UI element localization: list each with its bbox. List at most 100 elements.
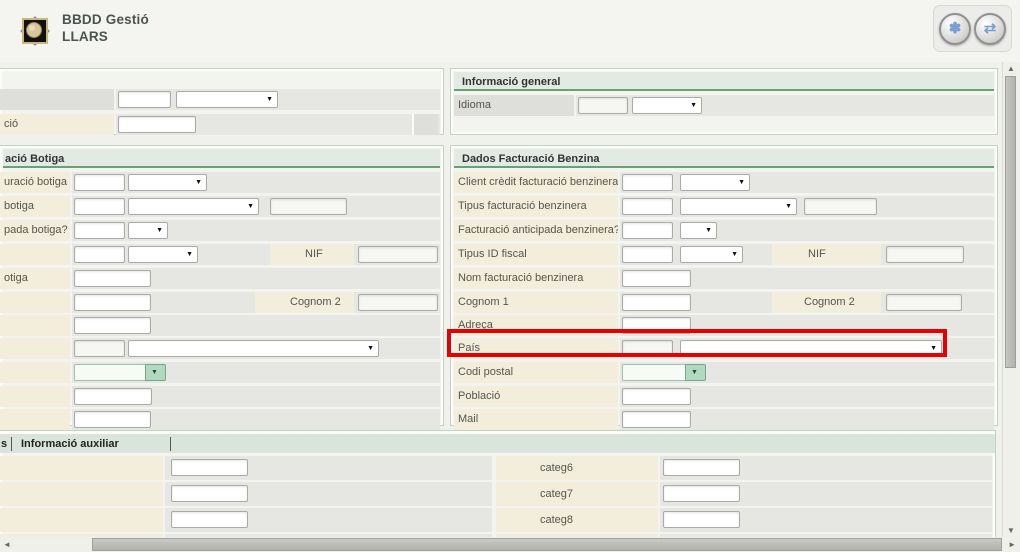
app-window: BBDD Gestió LLARS ✽ ⇄ ció Informació gen… bbox=[0, 0, 1020, 552]
text-input[interactable] bbox=[74, 340, 125, 357]
dropdown[interactable] bbox=[128, 340, 379, 357]
text-input[interactable] bbox=[622, 294, 691, 311]
text-input[interactable] bbox=[74, 294, 151, 311]
dropdown[interactable] bbox=[128, 246, 198, 263]
tab-separator bbox=[170, 437, 171, 451]
text-input[interactable] bbox=[118, 91, 171, 108]
field-label bbox=[0, 456, 163, 480]
chevron-down-icon bbox=[785, 203, 792, 210]
chevron-down-icon bbox=[156, 227, 163, 234]
field-label: ció bbox=[0, 114, 114, 135]
chevron-down-icon bbox=[731, 251, 738, 258]
field-label bbox=[0, 89, 114, 110]
lookup-combo-button[interactable] bbox=[685, 364, 706, 381]
field-label: Mail bbox=[454, 409, 618, 430]
field-label: Facturació anticipada benzinera? bbox=[454, 220, 618, 241]
text-input[interactable] bbox=[171, 485, 248, 502]
field-label: categ6 bbox=[496, 456, 658, 480]
text-input[interactable] bbox=[622, 174, 673, 191]
chevron-down-icon bbox=[247, 203, 254, 210]
chevron-down-icon bbox=[738, 179, 745, 186]
text-input[interactable] bbox=[74, 246, 125, 263]
text-input[interactable] bbox=[663, 511, 740, 528]
field-label: Codi postal bbox=[454, 362, 618, 383]
panel-informacio-general: Informació general Idioma bbox=[450, 68, 998, 135]
tab-partial[interactable]: s bbox=[1, 438, 7, 450]
text-input[interactable] bbox=[804, 198, 877, 215]
text-input[interactable] bbox=[663, 485, 740, 502]
field-label: Nom facturació benzinera bbox=[454, 268, 618, 289]
nif-input[interactable] bbox=[886, 246, 964, 263]
scroll-left-icon[interactable]: ◄ bbox=[3, 540, 11, 549]
vertical-scrollbar[interactable]: ▲ ▼ bbox=[1002, 62, 1017, 537]
field-label: Cognom 2 bbox=[772, 292, 881, 313]
idioma-code-input[interactable] bbox=[578, 97, 628, 114]
field-label: botiga bbox=[0, 196, 70, 217]
text-input[interactable] bbox=[622, 411, 691, 428]
dropdown[interactable] bbox=[680, 246, 743, 263]
text-input[interactable] bbox=[886, 294, 962, 311]
tab-informacio-auxiliar[interactable]: Informació auxiliar bbox=[21, 438, 119, 450]
text-input[interactable] bbox=[74, 222, 125, 239]
field-label bbox=[0, 482, 163, 506]
panel-title: Informació general bbox=[454, 72, 994, 91]
dropdown[interactable] bbox=[176, 91, 278, 108]
field-label: Tipus ID fiscal bbox=[454, 244, 618, 265]
panel-top-left: ció bbox=[0, 68, 444, 135]
lookup-combo-button[interactable] bbox=[145, 364, 166, 381]
dropdown[interactable] bbox=[128, 222, 168, 239]
scroll-up-icon[interactable]: ▲ bbox=[1007, 64, 1015, 73]
chevron-down-icon bbox=[151, 369, 158, 376]
text-input[interactable] bbox=[622, 198, 673, 215]
dropdown[interactable] bbox=[680, 222, 717, 239]
field-label: Idioma bbox=[454, 95, 574, 116]
field-label bbox=[0, 409, 70, 430]
text-input[interactable] bbox=[74, 388, 152, 405]
scroll-down-icon[interactable]: ▼ bbox=[1007, 526, 1015, 535]
text-input[interactable] bbox=[622, 388, 691, 405]
text-input[interactable] bbox=[118, 116, 196, 133]
pais-dropdown[interactable] bbox=[680, 340, 942, 357]
tab-bar: s Informació auxiliar bbox=[0, 433, 995, 453]
idioma-dropdown[interactable] bbox=[632, 97, 702, 114]
text-input[interactable] bbox=[622, 246, 673, 263]
text-input[interactable] bbox=[74, 198, 125, 215]
dropdown[interactable] bbox=[128, 198, 259, 215]
text-input[interactable] bbox=[358, 294, 438, 311]
field-label: otiga bbox=[0, 268, 70, 289]
text-input[interactable] bbox=[74, 411, 151, 428]
codi-postal-combo[interactable] bbox=[622, 364, 707, 381]
text-input[interactable] bbox=[663, 459, 740, 476]
text-input[interactable] bbox=[270, 198, 347, 215]
panel-title: Dados Facturació Benzina bbox=[454, 149, 994, 168]
text-input[interactable] bbox=[74, 174, 125, 191]
text-input[interactable] bbox=[74, 270, 151, 287]
field-label: categ8 bbox=[496, 508, 658, 532]
nif-input[interactable] bbox=[358, 246, 438, 263]
chevron-down-icon bbox=[705, 227, 712, 234]
lookup-combo[interactable] bbox=[74, 364, 166, 381]
text-input[interactable] bbox=[171, 511, 248, 528]
field-label bbox=[0, 508, 163, 532]
field-label: pada botiga? bbox=[0, 220, 70, 241]
text-input[interactable] bbox=[171, 459, 248, 476]
vertical-scroll-thumb[interactable] bbox=[1005, 76, 1016, 368]
text-input[interactable] bbox=[622, 317, 691, 334]
dropdown[interactable] bbox=[680, 198, 797, 215]
panel-title: ació Botiga bbox=[3, 149, 440, 168]
dropdown[interactable] bbox=[128, 174, 207, 191]
text-input[interactable] bbox=[74, 317, 151, 334]
chevron-down-icon bbox=[367, 345, 374, 352]
flower-button[interactable]: ✽ bbox=[939, 13, 971, 45]
refresh-button[interactable]: ⇄ bbox=[974, 13, 1006, 45]
horizontal-scroll-thumb[interactable] bbox=[92, 538, 1002, 551]
horizontal-scrollbar[interactable]: ◄ ► bbox=[0, 537, 1020, 552]
scroll-right-icon[interactable]: ► bbox=[1008, 540, 1016, 549]
field-label: Cognom 1 bbox=[454, 292, 618, 313]
refresh-icon: ⇄ bbox=[984, 20, 997, 37]
pais-code-input[interactable] bbox=[622, 340, 673, 357]
dropdown[interactable] bbox=[680, 174, 750, 191]
text-input[interactable] bbox=[622, 270, 691, 287]
text-input[interactable] bbox=[622, 222, 673, 239]
field-label bbox=[0, 386, 70, 407]
